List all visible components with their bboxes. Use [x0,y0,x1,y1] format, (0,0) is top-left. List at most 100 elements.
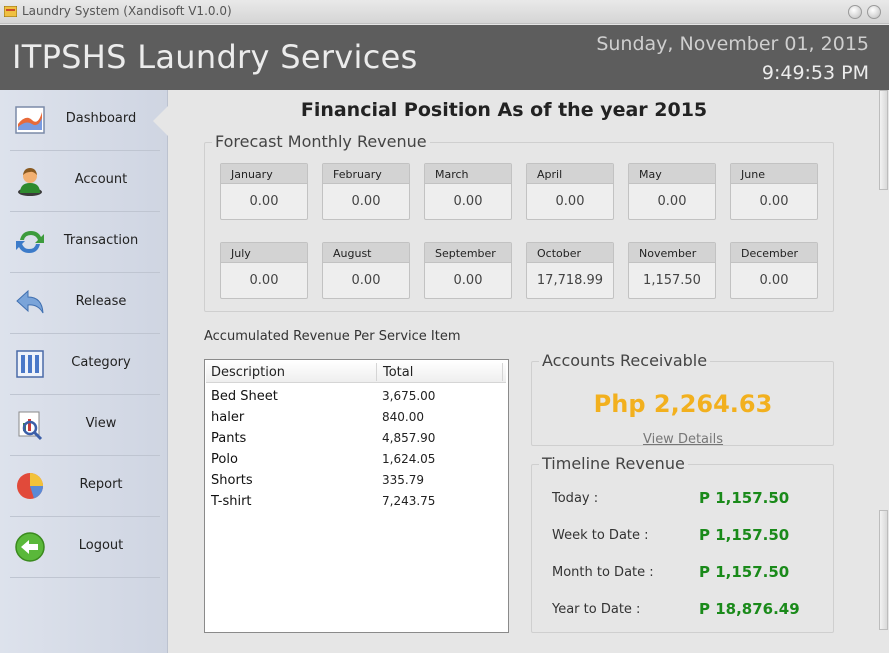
sidebar-item-release[interactable]: Release [0,273,160,333]
sidebar: Dashboard Account Transaction Release Ca… [0,90,169,653]
vertical-scrollbar[interactable] [877,90,889,653]
month-card: January 0.00 [220,163,308,220]
timeline-value: P 18,876.49 [699,600,800,618]
month-name: October [527,243,613,263]
close-button[interactable] [867,5,881,19]
app-header: ITPSHS Laundry Services Sunday, November… [0,25,889,90]
month-name: December [731,243,817,263]
month-card: November 1,157.50 [628,242,716,299]
month-name: March [425,164,511,184]
scrollbar-thumb[interactable] [879,510,888,630]
column-header-description[interactable]: Description [211,365,285,380]
app-icon [4,6,17,17]
sidebar-item-label: Account [74,172,128,187]
row-description: Shorts [211,473,253,488]
service-revenue-list[interactable]: Description Total Bed Sheet 3,675.00 hal… [204,359,509,633]
month-name: July [221,243,307,263]
sidebar-item-report[interactable]: Report [0,456,160,516]
timeline-value: P 1,157.50 [699,526,790,544]
month-value: 0.00 [759,273,789,288]
table-row[interactable]: T-shirt 7,243.75 [205,491,505,512]
current-time: 9:49:53 PM [761,62,869,84]
month-value: 0.00 [453,194,483,209]
forecast-title: Forecast Monthly Revenue [212,132,430,151]
chart-icon [15,106,45,134]
page-title: Financial Position As of the year 2015 [300,99,708,121]
sidebar-item-label: Dashboard [65,111,137,126]
sidebar-item-label: Transaction [63,233,139,248]
reply-icon [16,289,44,314]
minimize-button[interactable] [848,5,862,19]
month-value: 0.00 [759,194,789,209]
receivable-group: Accounts Receivable Php 2,264.63 View De… [531,351,834,447]
sidebar-item-logout[interactable]: Logout [0,517,160,577]
month-card: July 0.00 [220,242,308,299]
timeline-label: Year to Date : [552,602,641,617]
pie-chart-icon [17,473,44,499]
sidebar-item-label: Release [75,294,127,309]
sidebar-item-label: View [85,416,117,431]
back-arrow-icon [15,532,45,562]
row-total: 1,624.05 [382,452,436,466]
sidebar-divider [10,577,160,578]
timeline-row-today: Today : P 1,157.50 [552,489,822,509]
sidebar-item-category[interactable]: Category [0,334,160,394]
timeline-row-month: Month to Date : P 1,157.50 [552,563,822,583]
view-details-link[interactable]: View Details [532,432,834,447]
list-header: Description Total [206,361,506,383]
sidebar-item-transaction[interactable]: Transaction [0,212,160,272]
sidebar-item-view[interactable]: View [0,395,160,455]
month-value: 0.00 [351,194,381,209]
table-row[interactable]: Bed Sheet 3,675.00 [205,386,505,407]
row-total: 7,243.75 [382,494,436,508]
columns-icon [16,350,44,378]
month-name: June [731,164,817,184]
sidebar-item-label: Category [71,355,131,370]
table-row[interactable]: Shorts 335.79 [205,470,505,491]
scrollbar-thumb[interactable] [879,90,888,190]
row-total: 4,857.90 [382,431,436,445]
receivable-amount: Php 2,264.63 [593,390,773,418]
row-total: 335.79 [382,473,424,487]
table-row[interactable]: Polo 1,624.05 [205,449,505,470]
month-name: September [425,243,511,263]
table-row[interactable]: haler 840.00 [205,407,505,428]
month-card: March 0.00 [424,163,512,220]
row-description: Bed Sheet [211,389,278,404]
timeline-row-year: Year to Date : P 18,876.49 [552,600,822,620]
row-description: Pants [211,431,247,446]
receivable-title: Accounts Receivable [539,351,711,370]
sidebar-item-account[interactable]: Account [0,151,160,211]
column-divider [376,363,377,381]
row-total: 3,675.00 [382,389,436,403]
title-bar: Laundry System (Xandisoft V1.0.0) [0,0,889,24]
month-value: 17,718.99 [536,273,604,288]
table-row[interactable]: Pants 4,857.90 [205,428,505,449]
timeline-value: P 1,157.50 [699,563,790,581]
row-description: haler [211,410,245,425]
row-description: Polo [211,452,238,467]
month-name: August [323,243,409,263]
timeline-label: Today : [552,491,599,506]
forecast-group: Forecast Monthly Revenue January 0.00 Fe… [204,132,834,312]
month-card: April 0.00 [526,163,614,220]
user-icon [18,168,42,196]
month-value: 0.00 [249,273,279,288]
month-value: 1,157.50 [643,273,701,288]
month-name: May [629,164,715,184]
sidebar-item-label: Report [79,477,123,492]
month-card: October 17,718.99 [526,242,614,299]
window-title: Laundry System (Xandisoft V1.0.0) [22,4,232,18]
month-card: September 0.00 [424,242,512,299]
timeline-label: Week to Date : [552,528,649,543]
month-name: January [221,164,307,184]
column-header-total[interactable]: Total [383,365,413,380]
brand-title: ITPSHS Laundry Services [12,38,418,76]
accumulated-title: Accumulated Revenue Per Service Item [204,329,461,344]
sidebar-item-dashboard[interactable]: Dashboard [0,90,169,150]
month-value: 0.00 [249,194,279,209]
month-name: November [629,243,715,263]
timeline-row-week: Week to Date : P 1,157.50 [552,526,822,546]
month-value: 0.00 [453,273,483,288]
row-description: T-shirt [211,494,252,509]
